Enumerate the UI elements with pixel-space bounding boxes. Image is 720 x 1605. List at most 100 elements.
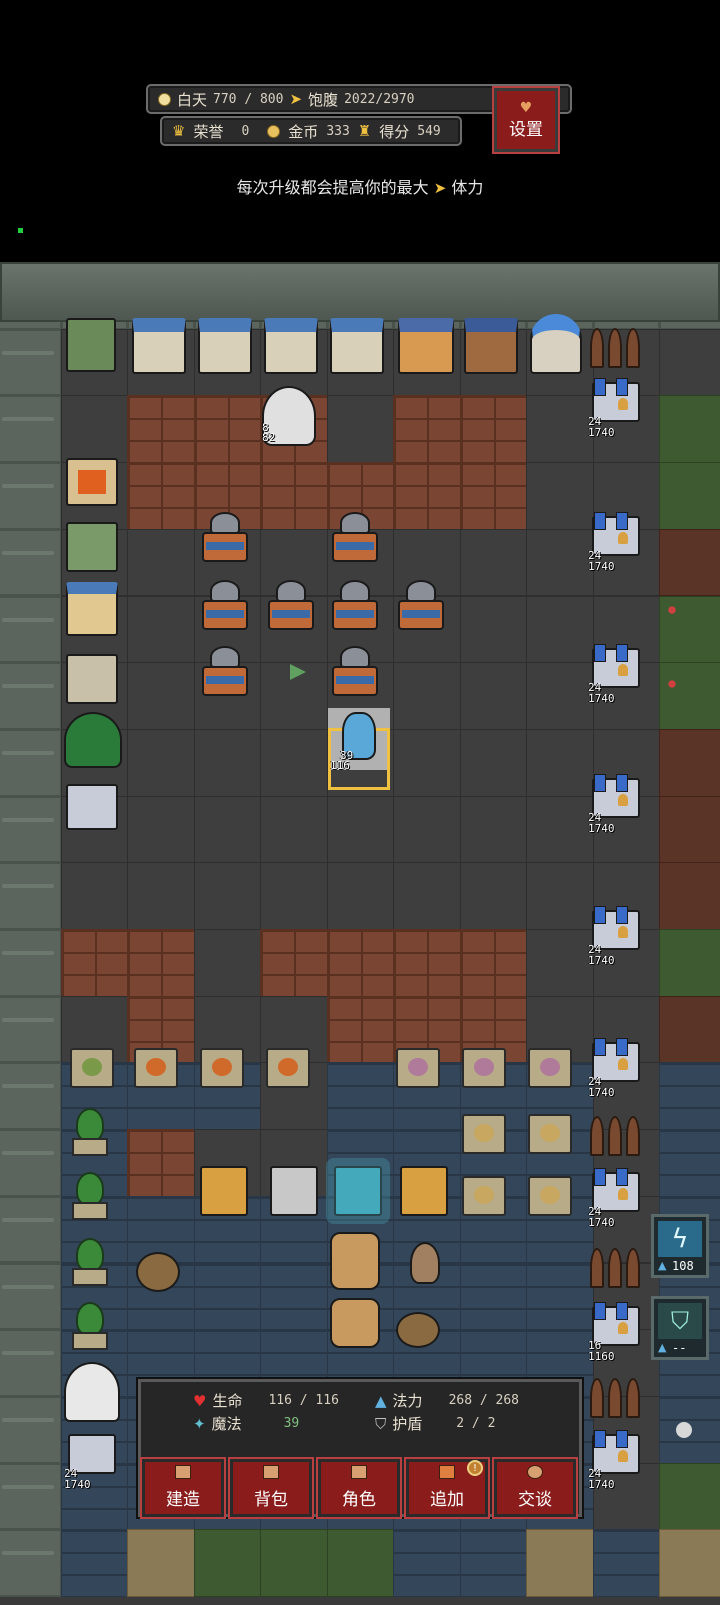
spike-post <box>626 1378 640 1418</box>
storage-machine <box>400 1166 448 1216</box>
tree-planter <box>68 1172 112 1222</box>
hp-label: 生命 <box>212 1392 243 1410</box>
defense-tower: 24 1740 <box>586 1038 646 1098</box>
map-tile <box>0 862 62 930</box>
add-button[interactable]: 追加 ! <box>404 1457 490 1519</box>
house-building <box>264 318 318 374</box>
map-tile <box>659 462 720 530</box>
add-label: 追加 <box>430 1490 464 1510</box>
tower-flag <box>616 1302 628 1320</box>
house-building <box>330 318 384 374</box>
sun-icon <box>158 92 171 106</box>
tree-planter <box>68 1238 112 1288</box>
machine-top <box>276 580 306 602</box>
crafting-machine <box>330 580 382 634</box>
satiety-value: 2022/2970 <box>344 91 415 107</box>
igloo <box>64 1362 120 1422</box>
machine-plate <box>272 610 310 618</box>
magic-row: ✦ 魔法 39 <box>193 1413 299 1434</box>
build-button[interactable]: 建造 <box>140 1457 226 1519</box>
machine-top <box>340 646 370 668</box>
map-tile <box>127 528 195 597</box>
map-tile <box>193 1262 261 1331</box>
map-tile <box>459 795 527 864</box>
bird-nest <box>136 1252 180 1292</box>
crafting-machine <box>330 646 382 700</box>
status-indicator-dot <box>18 228 23 233</box>
tower-flag <box>616 512 628 530</box>
role-button[interactable]: 角色 <box>316 1457 402 1519</box>
map-tile <box>459 929 527 997</box>
tree-planter <box>68 1302 112 1352</box>
barn-building <box>398 318 454 374</box>
map-tile <box>0 662 62 730</box>
character-icon <box>351 1465 367 1479</box>
crop-icon <box>474 1058 494 1076</box>
map-tile <box>127 862 195 930</box>
heart-icon: ♥ <box>193 1391 207 1410</box>
defense-tower: 24 1740 <box>586 906 646 966</box>
lightning-skill-slot[interactable]: ϟ ▲ 108 <box>651 1214 709 1278</box>
tower-hp: 1740 <box>588 822 615 835</box>
map-tile <box>0 1262 62 1331</box>
settings-button[interactable]: ♥ 设置 <box>492 86 560 154</box>
map-tile <box>127 1529 195 1597</box>
map-tile <box>459 395 527 464</box>
wheat-planter <box>462 1114 506 1154</box>
crop-icon <box>408 1058 428 1076</box>
bag-button[interactable]: 背包 <box>228 1457 314 1519</box>
tree-icon <box>76 1108 104 1142</box>
crop-planter <box>134 1048 178 1088</box>
map-tile <box>193 395 261 464</box>
map-tile <box>260 728 328 797</box>
map-tile <box>0 995 62 1064</box>
crafting-machine <box>266 580 318 634</box>
map-tile <box>393 462 461 530</box>
crop-planter <box>200 1048 244 1088</box>
map-tile <box>0 395 62 464</box>
machine-top <box>340 580 370 602</box>
talk-button[interactable]: 交谈 <box>492 1457 578 1519</box>
satiety-label: 饱腹 <box>308 90 339 109</box>
tavern-building <box>464 318 518 374</box>
map-tile <box>526 662 594 730</box>
map-tile <box>326 795 394 864</box>
tower-flag <box>616 1430 628 1448</box>
machine-plate <box>402 610 440 618</box>
gold-label: 金币 <box>288 122 319 141</box>
map-tile <box>0 1062 62 1131</box>
hint-text: 每次升级都会提高你的最大 ➤ 体力 <box>0 174 720 198</box>
time-value: 770 / 800 <box>213 91 284 107</box>
wooden-spikes <box>590 1368 646 1418</box>
machine-plate <box>206 610 244 618</box>
tree-planter <box>68 1108 112 1158</box>
cursor-arrow-icon <box>290 664 306 680</box>
tower-hp: 1740 <box>588 1478 615 1491</box>
map-tile <box>526 528 594 597</box>
machine-plate <box>206 542 244 550</box>
tower-flag <box>594 1430 606 1448</box>
map-tile <box>526 462 594 530</box>
lightning-cost: 108 <box>672 1259 694 1273</box>
map-tile <box>326 1529 394 1597</box>
defense-tower: 24 1740 <box>586 1168 646 1228</box>
map-tile <box>659 328 720 397</box>
crop-icon <box>540 1058 560 1076</box>
map-tile <box>526 929 594 997</box>
tower-flag <box>616 774 628 792</box>
shield-skill-slot[interactable]: ⛉ ▲ -- <box>651 1296 709 1360</box>
map-tile <box>526 862 594 930</box>
spike-post <box>608 1378 622 1418</box>
map-tile <box>526 1262 594 1331</box>
map-tile <box>592 1529 660 1597</box>
score-label: 得分 <box>379 122 410 141</box>
mana-drop-icon: ▲ <box>658 1259 667 1272</box>
crop-planter <box>396 1048 440 1088</box>
tower-flag <box>594 906 606 924</box>
map-tile <box>193 1529 261 1597</box>
map-tile <box>659 1062 720 1131</box>
map-tile <box>526 728 594 797</box>
wheat-planter <box>462 1176 506 1216</box>
bell-icon <box>618 1450 628 1462</box>
tower-flag <box>616 1168 628 1186</box>
